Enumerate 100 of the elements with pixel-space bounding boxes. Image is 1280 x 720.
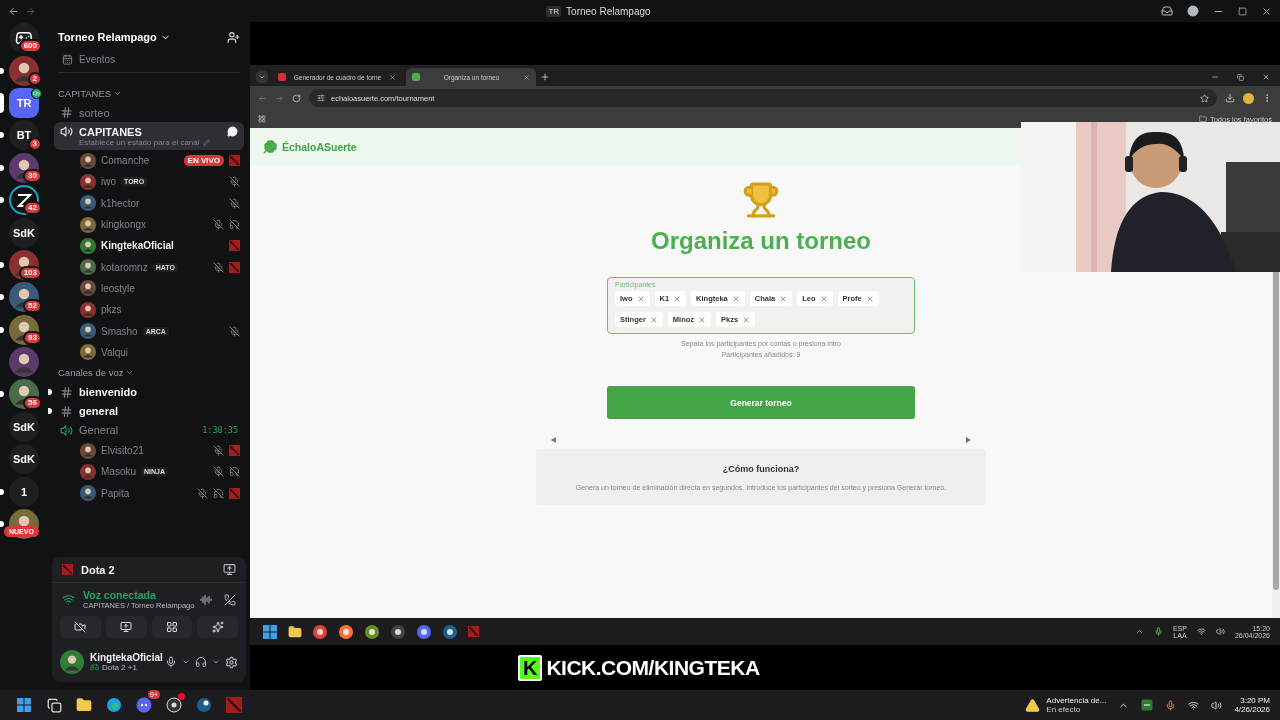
server-icon[interactable]: SdK bbox=[9, 411, 39, 442]
scrollbar[interactable] bbox=[1272, 270, 1280, 618]
category-header[interactable]: Canales de voz bbox=[54, 362, 244, 383]
remove-icon[interactable] bbox=[636, 294, 645, 303]
scroll-right-icon[interactable] bbox=[966, 437, 971, 443]
avatar bbox=[80, 463, 96, 480]
profile-avatar[interactable] bbox=[1243, 92, 1254, 104]
chevron-icon bbox=[258, 73, 266, 81]
server-icon[interactable]: 1 bbox=[9, 476, 39, 507]
voice-member[interactable]: leostyle bbox=[54, 277, 244, 300]
unread-indicator bbox=[0, 164, 4, 171]
mic-icon[interactable] bbox=[1165, 699, 1177, 711]
share-screen-button[interactable] bbox=[105, 616, 147, 638]
hang-up-icon[interactable] bbox=[224, 593, 236, 606]
unread-indicator bbox=[0, 132, 4, 139]
network-icon bbox=[1196, 627, 1206, 636]
warning-icon[interactable] bbox=[1025, 697, 1041, 713]
hash-icon bbox=[60, 385, 73, 399]
screen-share-icon bbox=[120, 621, 133, 633]
caret-icon[interactable] bbox=[182, 658, 190, 666]
channel-name: general bbox=[79, 405, 119, 418]
tray-app-icon[interactable] bbox=[1141, 699, 1154, 711]
speaker-icon bbox=[60, 125, 73, 138]
back-icon[interactable] bbox=[8, 5, 19, 17]
close-icon[interactable] bbox=[389, 73, 396, 81]
text-channel[interactable]: sorteo bbox=[54, 103, 244, 122]
member-name: Papita bbox=[101, 487, 130, 499]
chevron-up-icon[interactable] bbox=[1134, 627, 1144, 636]
close-icon[interactable] bbox=[1261, 5, 1272, 17]
member-name: KingtekaOficial bbox=[101, 240, 174, 252]
voice-member[interactable]: KingtekaOficial bbox=[54, 235, 244, 257]
audio-lines-icon[interactable] bbox=[200, 593, 212, 606]
pencil-icon[interactable] bbox=[202, 139, 210, 146]
game-icon bbox=[226, 697, 242, 713]
remove-icon[interactable] bbox=[649, 315, 658, 324]
hash-icon bbox=[60, 106, 73, 119]
avatar bbox=[80, 485, 96, 502]
folder-icon[interactable] bbox=[288, 624, 302, 639]
soundboard-button[interactable] bbox=[197, 616, 238, 638]
volume-icon[interactable] bbox=[1211, 699, 1223, 711]
deafened-headphones-icon bbox=[213, 487, 224, 499]
new-tab-icon[interactable] bbox=[540, 72, 550, 82]
stream-icon[interactable] bbox=[223, 563, 236, 576]
windows-icon[interactable] bbox=[262, 623, 278, 640]
folder-icon bbox=[1198, 115, 1207, 123]
channel-name: CAPITANES bbox=[79, 125, 142, 138]
inbox-icon[interactable] bbox=[1161, 5, 1173, 17]
tab-list-button[interactable] bbox=[256, 71, 268, 83]
voice-member[interactable]: Valqui bbox=[54, 341, 244, 363]
events-link[interactable]: Eventos bbox=[79, 53, 116, 65]
voice-channel[interactable]: General 1:30:35 bbox=[54, 420, 244, 440]
volume-icon bbox=[1215, 627, 1225, 636]
server-icon[interactable]: SdK bbox=[9, 217, 39, 248]
voice-member[interactable]: Comanche EN VIVO bbox=[54, 150, 244, 172]
reload-icon[interactable] bbox=[292, 93, 301, 103]
remove-icon[interactable] bbox=[673, 294, 682, 303]
camera-off-button[interactable] bbox=[60, 616, 101, 638]
caret-icon[interactable] bbox=[212, 658, 220, 666]
remove-icon[interactable] bbox=[779, 294, 788, 303]
remove-icon[interactable] bbox=[865, 294, 874, 303]
headphones-icon[interactable] bbox=[195, 656, 207, 668]
voice-member[interactable]: Papita bbox=[54, 482, 244, 504]
download-icon[interactable] bbox=[1225, 93, 1235, 103]
restore-icon[interactable] bbox=[1237, 73, 1244, 81]
game-name: Dota 2 bbox=[81, 563, 115, 576]
folder-icon bbox=[76, 697, 92, 713]
settings-icon[interactable] bbox=[225, 655, 238, 669]
voice-member[interactable]: Elvisito21 bbox=[54, 439, 244, 462]
network-icon[interactable] bbox=[1188, 699, 1200, 711]
remove-icon[interactable] bbox=[731, 294, 740, 303]
text-channel[interactable]: bienvenido bbox=[54, 382, 244, 402]
unread-indicator bbox=[0, 67, 4, 74]
add-user-icon[interactable] bbox=[227, 30, 240, 44]
server-name[interactable]: Torneo Relampago bbox=[58, 31, 171, 43]
voice-member[interactable]: kingkongx bbox=[54, 213, 244, 236]
scroll-left-icon[interactable] bbox=[551, 437, 556, 443]
remove-icon[interactable] bbox=[819, 294, 828, 303]
close-icon[interactable] bbox=[1262, 73, 1270, 81]
voice-channel[interactable]: CAPITANES Establece un estado para el canal bbox=[54, 122, 244, 150]
text-channel[interactable]: general bbox=[54, 401, 244, 421]
mic-icon[interactable] bbox=[165, 656, 177, 668]
remove-icon[interactable] bbox=[698, 315, 707, 324]
server-icon[interactable]: SdK bbox=[9, 444, 39, 475]
voice-member[interactable]: k1hector bbox=[54, 192, 244, 214]
server-icon[interactable]: TR bbox=[9, 87, 39, 118]
app-icon bbox=[106, 697, 122, 713]
speaker-icon bbox=[31, 87, 42, 99]
apps-icon[interactable] bbox=[258, 115, 266, 123]
chat-icon[interactable] bbox=[227, 126, 238, 137]
server-icon: TR bbox=[546, 5, 562, 17]
unread-indicator bbox=[0, 294, 4, 301]
unread-indicator bbox=[48, 408, 52, 415]
clover-icon bbox=[263, 139, 278, 154]
unread-indicator bbox=[48, 389, 52, 396]
maximize-icon[interactable] bbox=[1238, 6, 1247, 16]
activities-button[interactable] bbox=[151, 616, 193, 638]
remove-icon[interactable] bbox=[742, 315, 751, 324]
voice-member[interactable]: pkzs bbox=[54, 299, 244, 321]
category-header[interactable]: CAPITANES bbox=[54, 83, 244, 103]
muted-mic-icon bbox=[213, 445, 224, 457]
